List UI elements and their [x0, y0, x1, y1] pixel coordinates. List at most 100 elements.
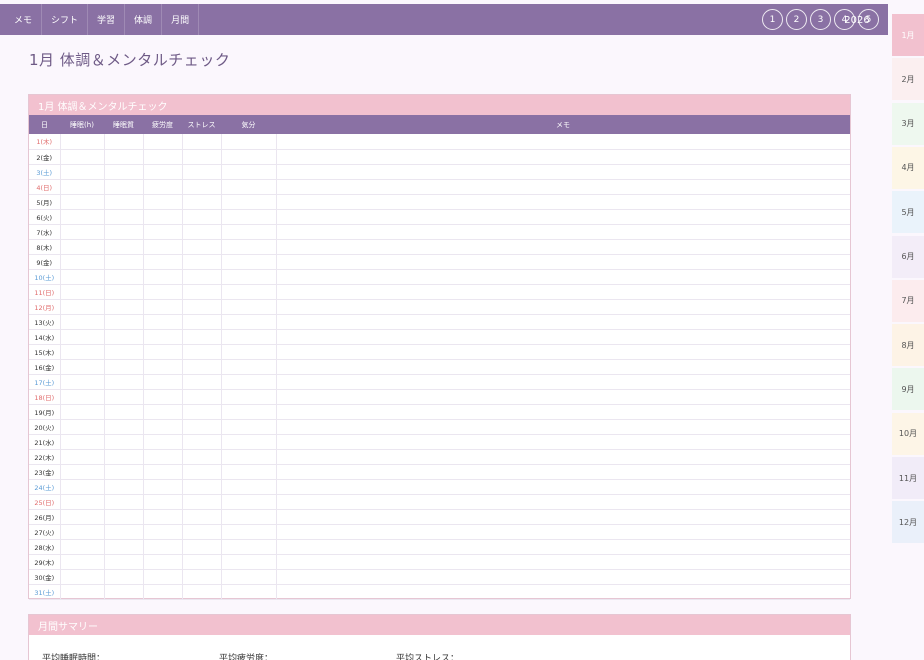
entry-cell[interactable]: [60, 494, 105, 510]
entry-cell[interactable]: [182, 269, 222, 285]
entry-cell[interactable]: [276, 494, 850, 510]
entry-cell[interactable]: [276, 569, 850, 585]
entry-cell[interactable]: [221, 524, 277, 540]
entry-cell[interactable]: [221, 494, 277, 510]
entry-cell[interactable]: [182, 494, 222, 510]
entry-cell[interactable]: [104, 584, 144, 600]
month-tab-10[interactable]: 10月: [892, 412, 924, 455]
entry-cell[interactable]: [276, 179, 850, 195]
entry-cell[interactable]: [60, 479, 105, 495]
entry-cell[interactable]: [221, 464, 277, 480]
entry-cell[interactable]: [221, 569, 277, 585]
entry-cell[interactable]: [276, 524, 850, 540]
entry-cell[interactable]: [143, 584, 183, 600]
entry-cell[interactable]: [182, 419, 222, 435]
entry-cell[interactable]: [60, 584, 105, 600]
entry-cell[interactable]: [143, 479, 183, 495]
entry-cell[interactable]: [221, 359, 277, 375]
entry-cell[interactable]: [276, 149, 850, 165]
entry-cell[interactable]: [182, 359, 222, 375]
entry-cell[interactable]: [143, 269, 183, 285]
entry-cell[interactable]: [60, 314, 105, 330]
entry-cell[interactable]: [276, 224, 850, 240]
entry-cell[interactable]: [143, 254, 183, 270]
entry-cell[interactable]: [221, 179, 277, 195]
number-button-3[interactable]: 3: [810, 9, 831, 30]
entry-cell[interactable]: [60, 374, 105, 390]
nav-item-0[interactable]: メモ: [0, 4, 43, 35]
entry-cell[interactable]: [182, 464, 222, 480]
entry-cell[interactable]: [143, 434, 183, 450]
entry-cell[interactable]: [276, 404, 850, 420]
entry-cell[interactable]: [60, 509, 105, 525]
entry-cell[interactable]: [104, 194, 144, 210]
entry-cell[interactable]: [276, 359, 850, 375]
entry-cell[interactable]: [60, 194, 105, 210]
entry-cell[interactable]: [221, 299, 277, 315]
entry-cell[interactable]: [276, 299, 850, 315]
month-tab-1[interactable]: 1月: [892, 14, 924, 56]
entry-cell[interactable]: [182, 134, 222, 150]
entry-cell[interactable]: [143, 344, 183, 360]
entry-cell[interactable]: [60, 434, 105, 450]
entry-cell[interactable]: [104, 299, 144, 315]
entry-cell[interactable]: [276, 584, 850, 600]
entry-cell[interactable]: [60, 149, 105, 165]
entry-cell[interactable]: [104, 179, 144, 195]
month-tab-6[interactable]: 6月: [892, 235, 924, 278]
entry-cell[interactable]: [276, 344, 850, 360]
entry-cell[interactable]: [143, 404, 183, 420]
number-button-1[interactable]: 1: [762, 9, 783, 30]
entry-cell[interactable]: [104, 344, 144, 360]
entry-cell[interactable]: [276, 254, 850, 270]
entry-cell[interactable]: [60, 464, 105, 480]
entry-cell[interactable]: [221, 404, 277, 420]
month-tab-9[interactable]: 9月: [892, 368, 924, 411]
entry-cell[interactable]: [221, 554, 277, 570]
entry-cell[interactable]: [60, 359, 105, 375]
entry-cell[interactable]: [104, 464, 144, 480]
entry-cell[interactable]: [221, 164, 277, 180]
entry-cell[interactable]: [143, 134, 183, 150]
entry-cell[interactable]: [104, 524, 144, 540]
entry-cell[interactable]: [182, 374, 222, 390]
entry-cell[interactable]: [60, 344, 105, 360]
entry-cell[interactable]: [182, 584, 222, 600]
entry-cell[interactable]: [104, 209, 144, 225]
entry-cell[interactable]: [143, 524, 183, 540]
entry-cell[interactable]: [221, 509, 277, 525]
entry-cell[interactable]: [143, 539, 183, 555]
entry-cell[interactable]: [221, 284, 277, 300]
entry-cell[interactable]: [104, 419, 144, 435]
entry-cell[interactable]: [221, 584, 277, 600]
entry-cell[interactable]: [276, 269, 850, 285]
entry-cell[interactable]: [182, 164, 222, 180]
month-tab-4[interactable]: 4月: [892, 146, 924, 189]
entry-cell[interactable]: [182, 149, 222, 165]
entry-cell[interactable]: [60, 134, 105, 150]
month-tab-2[interactable]: 2月: [892, 58, 924, 101]
entry-cell[interactable]: [221, 134, 277, 150]
entry-cell[interactable]: [143, 374, 183, 390]
entry-cell[interactable]: [60, 539, 105, 555]
entry-cell[interactable]: [104, 494, 144, 510]
month-tab-11[interactable]: 11月: [892, 457, 924, 499]
entry-cell[interactable]: [221, 434, 277, 450]
entry-cell[interactable]: [276, 239, 850, 255]
month-tab-3[interactable]: 3月: [892, 102, 924, 145]
entry-cell[interactable]: [276, 509, 850, 525]
entry-cell[interactable]: [60, 299, 105, 315]
entry-cell[interactable]: [276, 164, 850, 180]
entry-cell[interactable]: [182, 554, 222, 570]
nav-item-3[interactable]: 体調: [125, 4, 163, 35]
month-tab-7[interactable]: 7月: [892, 279, 924, 322]
entry-cell[interactable]: [182, 539, 222, 555]
entry-cell[interactable]: [276, 389, 850, 405]
entry-cell[interactable]: [276, 284, 850, 300]
entry-cell[interactable]: [104, 329, 144, 345]
entry-cell[interactable]: [143, 389, 183, 405]
entry-cell[interactable]: [182, 509, 222, 525]
entry-cell[interactable]: [60, 164, 105, 180]
entry-cell[interactable]: [221, 329, 277, 345]
entry-cell[interactable]: [143, 224, 183, 240]
